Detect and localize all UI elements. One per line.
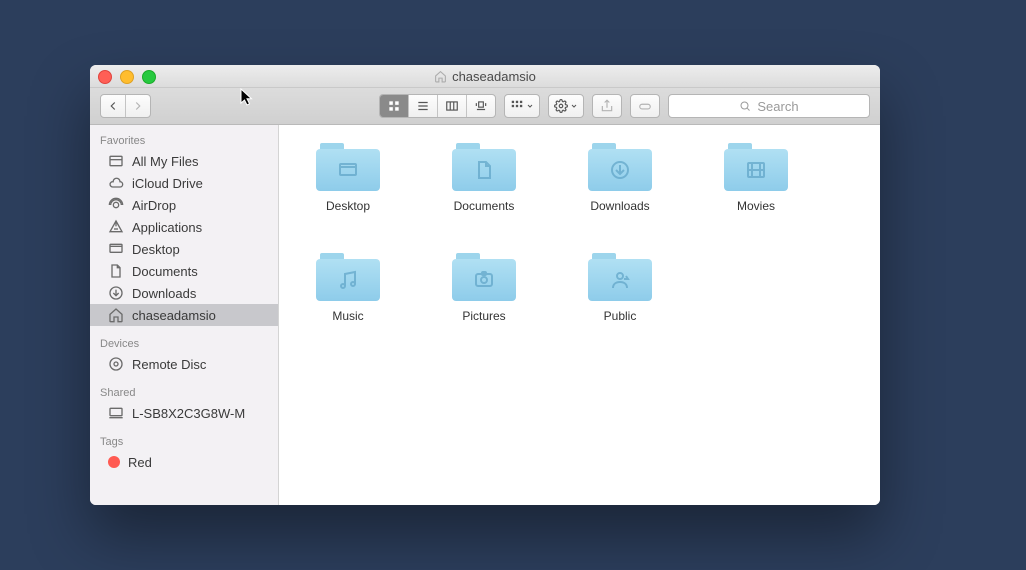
sidebar-item-desktop[interactable]: Desktop (90, 238, 278, 260)
chevron-down-icon (526, 102, 534, 110)
folder-desktop[interactable]: Desktop (303, 143, 393, 213)
list-view-button[interactable] (409, 95, 438, 117)
folder-icon (452, 143, 516, 191)
folder-public[interactable]: Public (575, 253, 665, 323)
view-segment (379, 94, 496, 118)
folder-movies[interactable]: Movies (711, 143, 801, 213)
sidebar-item-tag-red[interactable]: Red (90, 451, 278, 473)
folder-icon (588, 143, 652, 191)
folder-documents[interactable]: Documents (439, 143, 529, 213)
folder-label: Pictures (462, 309, 505, 323)
tags-segment[interactable] (630, 94, 660, 118)
window-controls (98, 70, 156, 84)
tag-dot-icon (108, 456, 120, 468)
sidebar-item-downloads[interactable]: Downloads (90, 282, 278, 304)
folder-pictures[interactable]: Pictures (439, 253, 529, 323)
desktop-icon (108, 241, 124, 257)
computer-icon (108, 405, 124, 421)
content-area[interactable]: Desktop Documents Downloads Movies Music Pict… (279, 125, 880, 505)
window-body: Favorites All My Files iCloud Drive AirD… (90, 125, 880, 505)
forward-button[interactable] (126, 95, 150, 117)
sidebar-item-label: iCloud Drive (132, 176, 203, 191)
applications-icon (108, 219, 124, 235)
minimize-button[interactable] (120, 70, 134, 84)
sidebar-item-icloud-drive[interactable]: iCloud Drive (90, 172, 278, 194)
tag-icon (638, 99, 652, 113)
sidebar-item-label: Applications (132, 220, 202, 235)
window-title: chaseadamsio (452, 69, 536, 84)
gear-icon (554, 99, 568, 113)
sidebar-item-airdrop[interactable]: AirDrop (90, 194, 278, 216)
disc-icon (108, 356, 124, 372)
sidebar-item-all-my-files[interactable]: All My Files (90, 150, 278, 172)
folder-icon (316, 253, 380, 301)
folder-downloads[interactable]: Downloads (575, 143, 665, 213)
folder-label: Music (332, 309, 363, 323)
airdrop-icon (108, 197, 124, 213)
sidebar-item-label: All My Files (132, 154, 198, 169)
finder-window: chaseadamsio (90, 65, 880, 505)
sidebar-item-label: AirDrop (132, 198, 176, 213)
nav-segment (100, 94, 151, 118)
share-button[interactable] (593, 95, 621, 117)
cloud-icon (108, 175, 124, 191)
folder-label: Public (604, 309, 637, 323)
sidebar-item-label: Remote Disc (132, 357, 206, 372)
folder-label: Desktop (326, 199, 370, 213)
folder-icon (588, 253, 652, 301)
folder-music[interactable]: Music (303, 253, 393, 323)
edit-tags-button[interactable] (631, 95, 659, 117)
sidebar-header-shared: Shared (90, 383, 278, 402)
search-placeholder: Search (757, 99, 798, 114)
toolbar: Search (90, 88, 880, 125)
folder-label: Movies (737, 199, 775, 213)
sidebar-item-home[interactable]: chaseadamsio (90, 304, 278, 326)
folder-label: Documents (454, 199, 515, 213)
share-segment[interactable] (592, 94, 622, 118)
sidebar-item-label: chaseadamsio (132, 308, 216, 323)
folder-icon (316, 143, 380, 191)
close-button[interactable] (98, 70, 112, 84)
downloads-icon (108, 285, 124, 301)
share-icon (600, 99, 614, 113)
arrange-button[interactable] (505, 95, 539, 117)
sidebar-header-devices: Devices (90, 334, 278, 353)
sidebar-item-label: Downloads (132, 286, 196, 301)
maximize-button[interactable] (142, 70, 156, 84)
sidebar-item-remote-disc[interactable]: Remote Disc (90, 353, 278, 375)
coverflow-view-button[interactable] (467, 95, 495, 117)
arrange-segment[interactable] (504, 94, 540, 118)
chevron-down-icon (570, 102, 578, 110)
sidebar-item-documents[interactable]: Documents (90, 260, 278, 282)
home-icon (434, 70, 447, 83)
documents-icon (108, 263, 124, 279)
all-my-files-icon (108, 153, 124, 169)
sidebar: Favorites All My Files iCloud Drive AirD… (90, 125, 279, 505)
icon-view-button[interactable] (380, 95, 409, 117)
sidebar-header-tags: Tags (90, 432, 278, 451)
sidebar-header-favorites: Favorites (90, 131, 278, 150)
back-button[interactable] (101, 95, 126, 117)
sidebar-item-label: L-SB8X2C3G8W-M (132, 406, 245, 421)
sidebar-item-label: Documents (132, 264, 198, 279)
column-view-button[interactable] (438, 95, 467, 117)
sidebar-item-label: Desktop (132, 242, 180, 257)
folder-icon (452, 253, 516, 301)
action-button[interactable] (549, 95, 583, 117)
folder-label: Downloads (590, 199, 649, 213)
folder-icon (724, 143, 788, 191)
home-icon (108, 307, 124, 323)
titlebar: chaseadamsio (90, 65, 880, 88)
search-field[interactable]: Search (668, 94, 870, 118)
icon-grid: Desktop Documents Downloads Movies Music Pict… (303, 143, 856, 323)
sidebar-item-applications[interactable]: Applications (90, 216, 278, 238)
search-icon (739, 100, 751, 112)
sidebar-item-shared-computer[interactable]: L-SB8X2C3G8W-M (90, 402, 278, 424)
action-segment[interactable] (548, 94, 584, 118)
sidebar-item-label: Red (128, 455, 152, 470)
